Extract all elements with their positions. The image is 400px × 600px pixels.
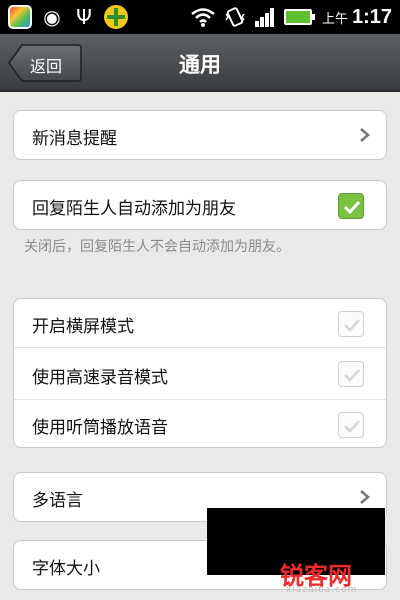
- checkbox-checked[interactable]: [338, 193, 364, 219]
- status-bar: ◉ Ψ 上午 1:17: [0, 0, 400, 34]
- row-landscape-mode[interactable]: 开启横屏模式: [14, 299, 386, 347]
- row-label: 回复陌生人自动添加为朋友: [32, 199, 236, 219]
- notification-icons: ◉ Ψ: [8, 5, 136, 29]
- row-label: 使用听筒播放语音: [32, 418, 168, 438]
- chevron-right-icon: [360, 490, 370, 504]
- row-earpiece-playback[interactable]: 使用听筒播放语音: [14, 399, 386, 447]
- checkbox-unchecked[interactable]: [338, 311, 364, 337]
- vibrate-icon: [225, 7, 245, 27]
- check-icon: [344, 319, 360, 332]
- check-icon: [344, 420, 360, 433]
- clock-time: 1:17: [351, 5, 392, 28]
- checkbox-unchecked[interactable]: [338, 361, 364, 387]
- row-label: 新消息提醒: [32, 129, 117, 149]
- card-mode-options: 开启横屏模式 使用高速录音模式 使用听筒播放语音: [13, 298, 387, 448]
- card-notifications: 新消息提醒: [13, 110, 387, 160]
- app-launcher-icon: [8, 5, 32, 29]
- hint-text: 关闭后，回复陌生人不会自动添加为朋友。: [24, 239, 290, 255]
- check-icon: [343, 200, 361, 215]
- title-bar: 返回 通用: [0, 34, 400, 92]
- row-label: 开启横屏模式: [32, 317, 134, 337]
- row-new-message-alerts[interactable]: 新消息提醒: [14, 111, 386, 159]
- clock-ampm: 上午: [321, 11, 348, 27]
- signal-icon: [254, 8, 274, 27]
- wifi-icon: [191, 8, 215, 27]
- battery-icon: [283, 9, 315, 25]
- row-high-speed-recording[interactable]: 使用高速录音模式: [14, 347, 386, 399]
- chevron-right-icon: [360, 128, 370, 142]
- checkbox-unchecked[interactable]: [338, 412, 364, 438]
- row-auto-add-strangers[interactable]: 回复陌生人自动添加为朋友: [14, 181, 386, 229]
- card-auto-add-friends: 回复陌生人自动添加为朋友: [13, 180, 387, 230]
- row-label: 使用高速录音模式: [32, 368, 168, 388]
- check-icon: [344, 369, 360, 382]
- page-title: 通用: [179, 53, 221, 77]
- android-icon: ◉: [43, 5, 61, 29]
- watermark-url: xiazaiba.com: [286, 585, 358, 595]
- row-label: 多语言: [32, 491, 83, 511]
- row-label: 字体大小: [32, 559, 100, 579]
- system-icons: 上午 1:17: [190, 4, 392, 30]
- usb-icon: Ψ: [76, 5, 92, 29]
- 360-security-icon: [104, 5, 128, 29]
